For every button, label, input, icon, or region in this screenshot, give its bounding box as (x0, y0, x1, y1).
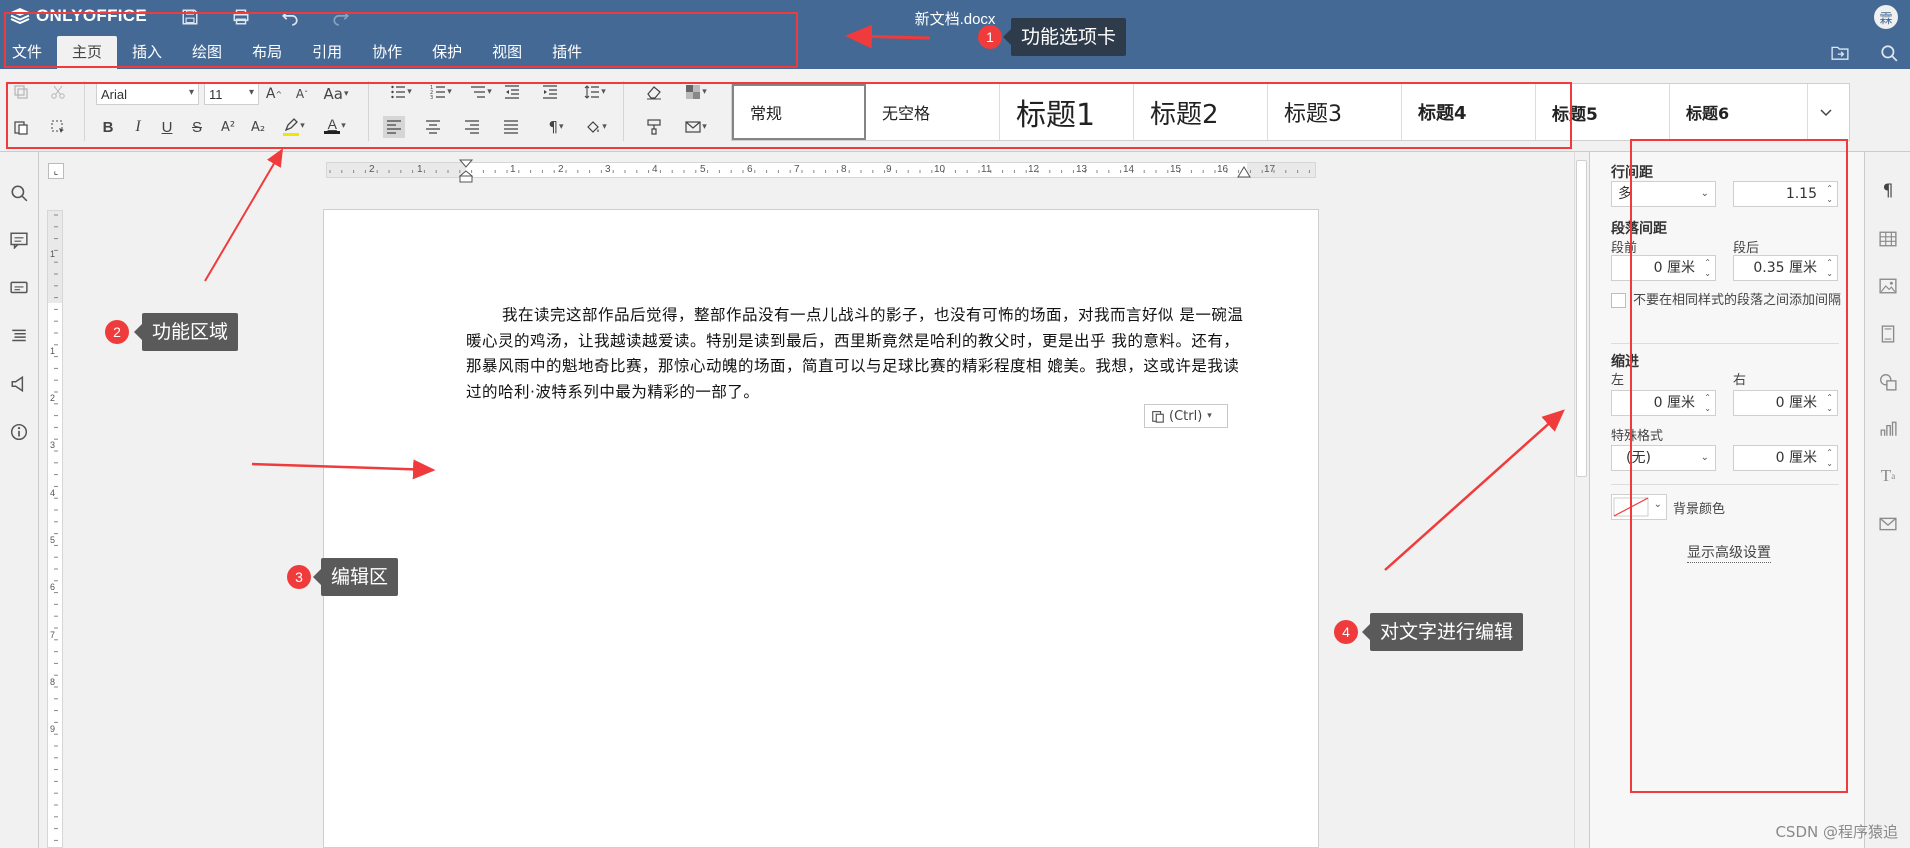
ruler-number: 7 (50, 630, 56, 640)
ruler-number: 12 (1028, 164, 1040, 175)
text-art-icon[interactable]: Ta (1876, 464, 1900, 488)
ruler-number: 2 (369, 164, 375, 175)
vertical-ruler[interactable]: 1 1 2 3 4 5 6 7 8 9 (47, 210, 63, 848)
annotation-callout-4: 对文字进行编辑 (1361, 613, 1524, 651)
ruler-number: 9 (886, 164, 892, 175)
right-indent-marker[interactable] (1237, 166, 1251, 178)
ruler-number: 1 (417, 164, 423, 175)
ruler-number: 9 (50, 724, 56, 734)
search-icon[interactable] (1877, 41, 1901, 65)
scrollbar-thumb[interactable] (1576, 160, 1587, 477)
paste-special-label: (Ctrl) (1169, 408, 1203, 424)
open-location-icon[interactable] (1828, 41, 1852, 65)
ruler-number: 11 (981, 164, 992, 175)
ruler-number: 13 (1076, 164, 1088, 175)
chat-icon[interactable] (7, 276, 31, 300)
image-settings-icon[interactable] (1876, 274, 1900, 298)
ruler-number: 5 (50, 535, 56, 545)
clipboard-icon (1152, 411, 1164, 423)
tab-stop-selector[interactable]: ⌞ (48, 163, 64, 179)
ruler-number: 10 (934, 164, 946, 175)
ruler-number: 14 (1123, 164, 1135, 175)
ruler-number: 8 (841, 164, 847, 175)
info-icon[interactable] (7, 420, 31, 444)
annotation-callout-2: 功能区域 (133, 313, 239, 351)
ruler-number: 3 (605, 164, 611, 175)
ruler-number: 2 (558, 164, 564, 175)
horizontal-ruler[interactable]: 2 1 1 2 3 4 5 6 7 8 9 10 11 12 13 14 15 … (326, 162, 1316, 178)
watermark: CSDN @程序猿追 (1775, 823, 1898, 841)
annotation-number-3: 3 (287, 565, 311, 589)
shape-settings-icon[interactable] (1876, 370, 1900, 394)
ruler-number: 3 (50, 440, 56, 450)
paste-special-button[interactable]: (Ctrl) ▾ (1144, 404, 1228, 428)
comments-icon[interactable] (7, 228, 31, 252)
ruler-number: 7 (794, 164, 800, 175)
right-settings-bar: ¶ Ta (1864, 152, 1910, 848)
annotation-number-4: 4 (1334, 620, 1358, 644)
ruler-number: 1 (50, 346, 56, 356)
ruler-number: 1 (510, 164, 516, 175)
chart-settings-icon[interactable] (1876, 417, 1900, 441)
chevron-down-icon: ▾ (1207, 411, 1212, 421)
no-space-checkbox[interactable] (1611, 293, 1626, 308)
indent-left-label: 左 (1611, 373, 1625, 388)
ruler-number: 2 (50, 393, 56, 403)
styles-more-button[interactable] (1808, 84, 1844, 140)
annotation-box-toolbar (6, 82, 1572, 149)
ruler-number: 17 (1264, 164, 1276, 175)
annotation-number-2: 2 (105, 320, 129, 344)
annotation-callout-1: 功能选项卡 (1002, 18, 1127, 56)
document-page[interactable]: 我在读完这部作品后觉得，整部作品没有一点儿战斗的影子，也没有可怖的场面，对我而言… (323, 209, 1319, 848)
ruler-number: 15 (1170, 164, 1182, 175)
left-sidebar (0, 152, 39, 848)
annotation-number-1: 1 (978, 25, 1002, 49)
paragraph-settings-icon[interactable]: ¶ (1876, 179, 1900, 203)
ruler-number: 16 (1217, 164, 1229, 175)
search-icon[interactable] (7, 181, 31, 205)
document-paragraph[interactable]: 我在读完这部作品后觉得，整部作品没有一点儿战斗的影子，也没有可怖的场面，对我而言… (466, 303, 1246, 405)
tab-stop-icon: ⌞ (53, 165, 59, 177)
table-settings-icon[interactable] (1876, 227, 1900, 251)
mail-merge-icon[interactable] (1876, 512, 1900, 536)
annotation-box-panel (1630, 139, 1848, 793)
ruler-number: 1 (50, 249, 56, 259)
annotation-box-tabs (4, 12, 798, 68)
ruler-number: 4 (652, 164, 658, 175)
ruler-number: 6 (50, 582, 56, 592)
ruler-number: 5 (700, 164, 706, 175)
ruler-number: 8 (50, 677, 56, 687)
chevron-down-icon (1820, 109, 1832, 117)
ruler-ticks (48, 211, 62, 841)
ruler-number: 6 (747, 164, 753, 175)
feedback-icon[interactable] (7, 372, 31, 396)
ruler-number: 4 (50, 488, 56, 498)
annotation-callout-3: 编辑区 (312, 558, 399, 596)
user-avatar[interactable]: 霖 (1874, 5, 1898, 29)
style-heading-6[interactable]: 标题6 (1670, 84, 1808, 140)
ruler-ticks (327, 163, 1315, 177)
header-footer-icon[interactable] (1876, 322, 1900, 346)
first-line-indent-marker[interactable] (459, 159, 473, 183)
navigation-icon[interactable] (7, 324, 31, 348)
